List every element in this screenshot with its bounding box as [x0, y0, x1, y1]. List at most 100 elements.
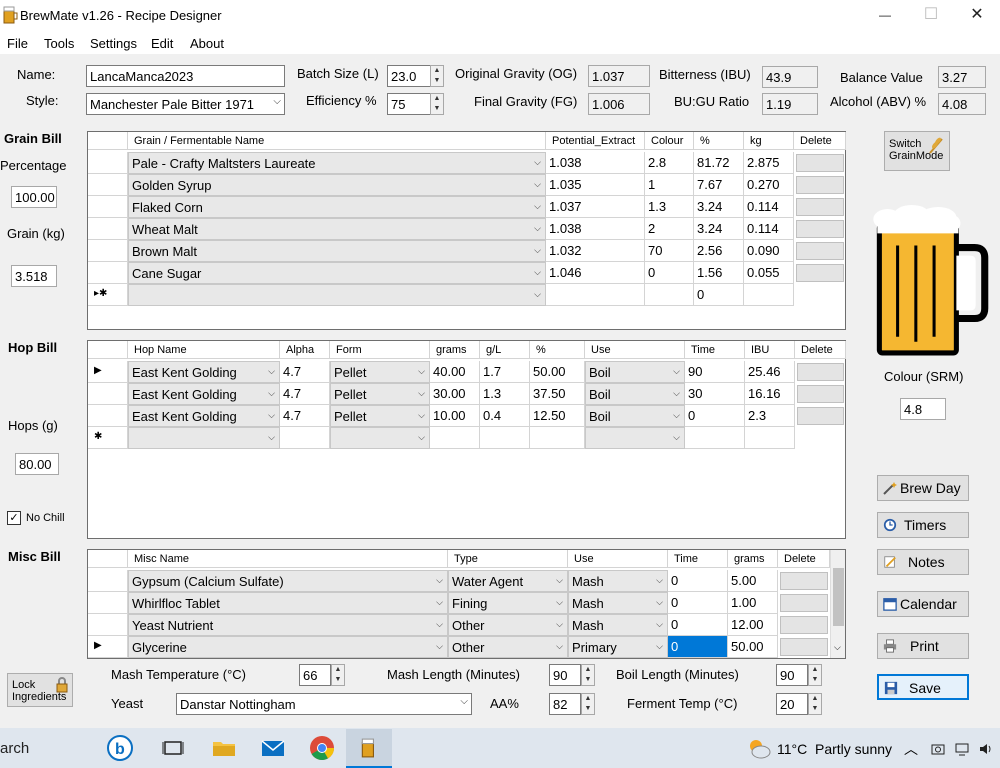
misc-cell[interactable]: 0 [668, 636, 728, 658]
camera-icon[interactable] [930, 741, 946, 757]
grain-name-select[interactable]: Pale - Crafty Maltsters Laureate ⌵ [128, 152, 546, 174]
misc-row-header[interactable]: ▶ [88, 636, 128, 658]
network-icon[interactable] [954, 741, 970, 757]
hop-cell[interactable] [685, 427, 745, 449]
grain-cell[interactable]: 2.875 [744, 152, 794, 174]
grain-cell[interactable]: 0.114 [744, 196, 794, 218]
hop-cell[interactable] [745, 427, 795, 449]
hop-cell[interactable]: 12.50 [530, 405, 585, 427]
aa-input[interactable]: 82 [549, 693, 581, 715]
menu-about[interactable]: About [190, 36, 224, 51]
chevron-up-icon[interactable]: ︿ [904, 739, 918, 759]
brew-day-button[interactable]: Brew Day [877, 475, 969, 501]
hop-cell[interactable]: 16.16 [745, 383, 795, 405]
grain-cell[interactable]: 0.090 [744, 240, 794, 262]
grain-cell[interactable] [546, 284, 645, 306]
hop-cell[interactable]: East Kent Golding ⌵ [128, 361, 280, 383]
hop-cell[interactable]: Boil ⌵ [585, 405, 685, 427]
misc-cell[interactable]: Fining ⌵ [448, 592, 568, 614]
grain-name-select[interactable]: Golden Syrup ⌵ [128, 174, 546, 196]
grain-delete-button[interactable] [796, 220, 844, 238]
mash-length-input[interactable]: 90 [549, 664, 581, 686]
misc-cell[interactable]: 5.00 [728, 570, 778, 592]
menu-file[interactable]: File [7, 36, 28, 51]
hop-cell[interactable]: 50.00 [530, 361, 585, 383]
grain-row-header[interactable] [88, 262, 128, 284]
grain-cell[interactable]: 1.035 [546, 174, 645, 196]
hop-cell[interactable]: Boil ⌵ [585, 383, 685, 405]
hop-cell[interactable]: ⌵ [330, 427, 430, 449]
grain-cell[interactable]: 81.72 [694, 152, 744, 174]
grain-cell[interactable]: 0.114 [744, 218, 794, 240]
task-view-icon[interactable] [159, 734, 187, 762]
misc-delete-button[interactable] [780, 616, 828, 634]
mash-temp-input[interactable]: 66 [299, 664, 331, 686]
misc-cell[interactable]: Primary ⌵ [568, 636, 668, 658]
save-button[interactable]: Save [877, 674, 969, 700]
misc-cell[interactable]: Mash ⌵ [568, 592, 668, 614]
misc-delete-button[interactable] [780, 638, 828, 656]
misc-cell[interactable]: 0 [668, 592, 728, 614]
chrome-icon[interactable] [308, 734, 336, 762]
boil-length-input[interactable]: 90 [776, 664, 808, 686]
efficiency-spinner[interactable]: ▲ ▼ [430, 93, 444, 115]
misc-cell[interactable]: 50.00 [728, 636, 778, 658]
hop-cell[interactable]: 10.00 [430, 405, 480, 427]
grain-cell[interactable]: 1 [645, 174, 694, 196]
hop-cell[interactable]: Pellet ⌵ [330, 383, 430, 405]
style-select[interactable]: Manchester Pale Bitter 1971 ⌵ [86, 93, 285, 115]
ferment-temp-spinner[interactable]: ▲ ▼ [808, 693, 822, 715]
hop-delete-button[interactable] [797, 385, 844, 403]
grain-name-select[interactable]: Brown Malt ⌵ [128, 240, 546, 262]
misc-cell[interactable]: Mash ⌵ [568, 570, 668, 592]
notes-button[interactable]: Notes [877, 549, 969, 575]
grain-cell[interactable]: 0.270 [744, 174, 794, 196]
scroll-down-icon[interactable]: ⌵ [834, 642, 841, 653]
print-button[interactable]: Print [877, 633, 969, 659]
grain-delete-button[interactable] [796, 198, 844, 216]
misc-row-header[interactable] [88, 614, 128, 636]
misc-delete-button[interactable] [780, 572, 828, 590]
misc-cell[interactable]: 0 [668, 570, 728, 592]
hop-cell[interactable]: 25.46 [745, 361, 795, 383]
batch-size-spinner[interactable]: ▲ ▼ [430, 65, 444, 87]
misc-cell[interactable]: Gypsum (Calcium Sulfate) ⌵ [128, 570, 448, 592]
hop-cell[interactable]: 2.3 [745, 405, 795, 427]
hop-row-header[interactable]: ▶ [88, 361, 128, 383]
mail-icon[interactable] [259, 734, 287, 762]
hop-cell[interactable]: Boil ⌵ [585, 361, 685, 383]
volume-icon[interactable] [978, 741, 994, 757]
no-chill-checkbox[interactable]: ✓ [7, 511, 21, 525]
brewmate-taskbar-item[interactable] [346, 729, 392, 768]
aa-spinner[interactable]: ▲ ▼ [581, 693, 595, 715]
switch-grainmode-button[interactable]: Switch GrainMode [884, 131, 950, 171]
ferment-temp-input[interactable]: 20 [776, 693, 808, 715]
grain-name-select[interactable]: ⌵ [128, 284, 546, 306]
boil-length-spinner[interactable]: ▲ ▼ [808, 664, 822, 686]
misc-cell[interactable]: Mash ⌵ [568, 614, 668, 636]
hop-cell[interactable]: 0 [685, 405, 745, 427]
grain-row-header[interactable] [88, 240, 128, 262]
timers-button[interactable]: Timers [877, 512, 969, 538]
hop-cell[interactable] [280, 427, 330, 449]
misc-row-header[interactable] [88, 592, 128, 614]
hop-cell[interactable]: East Kent Golding ⌵ [128, 383, 280, 405]
calendar-button[interactable]: Calendar [877, 591, 969, 617]
hop-cell[interactable]: 1.3 [480, 383, 530, 405]
misc-cell[interactable]: Yeast Nutrient ⌵ [128, 614, 448, 636]
lock-ingredients-button[interactable]: Lock Ingredients [7, 673, 73, 707]
yeast-select[interactable]: Danstar Nottingham ⌵ [176, 693, 472, 715]
grain-cell[interactable]: 1.038 [546, 152, 645, 174]
hop-cell[interactable]: 1.7 [480, 361, 530, 383]
grain-cell[interactable]: 3.24 [694, 218, 744, 240]
misc-cell[interactable]: Other ⌵ [448, 636, 568, 658]
hop-cell[interactable]: 30 [685, 383, 745, 405]
hop-row-header[interactable] [88, 383, 128, 405]
menu-settings[interactable]: Settings [90, 36, 137, 51]
grain-cell[interactable]: 1.038 [546, 218, 645, 240]
hop-cell[interactable]: 0.4 [480, 405, 530, 427]
maximize-button[interactable]: ☐ [908, 0, 954, 32]
grain-cell[interactable]: 1.3 [645, 196, 694, 218]
misc-cell[interactable]: 12.00 [728, 614, 778, 636]
grain-cell[interactable]: 1.037 [546, 196, 645, 218]
